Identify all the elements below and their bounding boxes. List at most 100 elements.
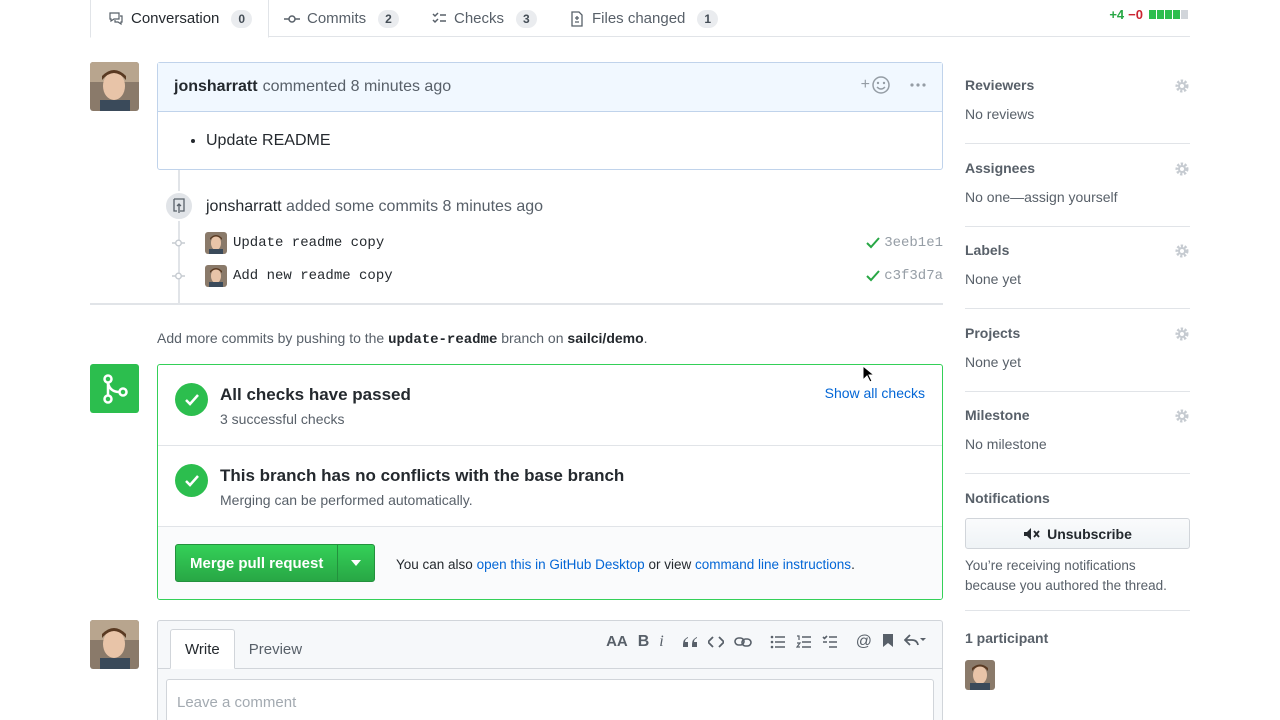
git-merge-icon xyxy=(102,373,128,404)
quote-icon[interactable] xyxy=(682,635,698,649)
avatar[interactable] xyxy=(90,62,139,111)
checks-subtitle: 3 successful checks xyxy=(220,411,345,427)
reply-icon[interactable] xyxy=(904,633,926,647)
gear-icon[interactable] xyxy=(1174,326,1190,342)
conflicts-subtitle: Merging can be performed automatically. xyxy=(220,492,473,508)
alt-mid: or view xyxy=(648,557,692,572)
tab-files-changed[interactable]: Files changed 1 xyxy=(568,0,719,37)
checks-title: All checks have passed xyxy=(220,385,411,404)
sidebar-heading[interactable]: Assignees xyxy=(965,160,1035,176)
tab-label: Checks xyxy=(454,10,505,27)
italic-button[interactable]: i xyxy=(659,633,663,651)
bold-button[interactable]: B xyxy=(638,633,650,651)
tasklist-icon[interactable] xyxy=(822,635,838,649)
mention-button[interactable]: @ xyxy=(856,633,872,651)
list-item: Update README xyxy=(206,132,942,150)
bookmark-icon[interactable] xyxy=(882,633,894,648)
markdown-toolbar: AA B i @ xyxy=(606,633,926,651)
commit-row: Add new readme copy c3f3d7a xyxy=(172,264,943,288)
conflicts-section: This branch has no conflicts with the ba… xyxy=(158,446,942,527)
gear-icon[interactable] xyxy=(1174,161,1190,177)
code-icon[interactable] xyxy=(707,635,724,649)
comment-author[interactable]: jonsharratt xyxy=(174,78,258,96)
git-commit-icon xyxy=(284,14,300,23)
diffstat-blocks xyxy=(1149,10,1188,19)
timeline-badge xyxy=(164,191,194,221)
gear-icon[interactable] xyxy=(1174,408,1190,424)
sidebar-heading[interactable]: Projects xyxy=(965,325,1020,341)
unsubscribe-button[interactable]: Unsubscribe xyxy=(965,518,1190,549)
merge-method-dropdown[interactable] xyxy=(338,545,374,581)
header-text-button[interactable]: AA xyxy=(606,633,628,651)
merge-status-icon xyxy=(90,364,139,413)
show-all-checks-link[interactable]: Show all checks xyxy=(825,385,925,401)
checks-section: All checks have passed 3 successful chec… xyxy=(158,365,942,446)
diffstat-deletions: −0 xyxy=(1128,7,1143,22)
tab-conversation[interactable]: Conversation 0 xyxy=(90,0,270,38)
tab-count: 1 xyxy=(697,9,719,28)
tab-count: 3 xyxy=(516,9,537,28)
comment-textarea[interactable]: Leave a comment xyxy=(166,679,934,720)
repo-push-icon xyxy=(173,198,185,213)
avatar[interactable] xyxy=(205,232,227,254)
plus-icon: + xyxy=(860,76,870,93)
commit-message[interactable]: Add new readme copy xyxy=(233,268,393,284)
gear-icon[interactable] xyxy=(1174,243,1190,259)
list-ordered-icon[interactable] xyxy=(795,635,812,649)
merge-pull-request-button[interactable]: Merge pull request xyxy=(176,545,339,581)
pr-tabs: Conversation 0 Commits 2 Checks 3 Files … xyxy=(90,0,1190,38)
write-tabs: Write Preview xyxy=(170,629,316,669)
diffstat-additions: +4 xyxy=(1109,7,1125,22)
check-icon xyxy=(866,270,880,282)
sidebar-heading: 1 participant xyxy=(965,630,1049,646)
check-circle-icon xyxy=(175,383,208,416)
event-author[interactable]: jonsharratt xyxy=(206,198,282,215)
add-reaction-button[interactable]: + xyxy=(861,76,890,94)
avatar[interactable] xyxy=(205,265,227,287)
comment-placeholder: Leave a comment xyxy=(177,694,297,711)
git-commit-icon xyxy=(172,237,185,250)
list-unordered-icon[interactable] xyxy=(770,635,786,649)
mouse-cursor-icon xyxy=(862,365,874,383)
sidebar-value: None yet xyxy=(965,354,1022,370)
timeline-divider xyxy=(90,303,943,305)
commit-sha[interactable]: 3eeb1e1 xyxy=(866,235,943,251)
commit-sha[interactable]: c3f3d7a xyxy=(866,268,943,284)
git-commit-icon xyxy=(172,270,185,283)
push-hint: Add more commits by pushing to the updat… xyxy=(157,330,648,348)
push-hint-mid: branch on xyxy=(501,330,564,346)
merge-footer: Merge pull request You can also open thi… xyxy=(158,527,942,599)
sidebar-value[interactable]: No one—assign yourself xyxy=(965,189,1118,205)
open-in-desktop-link[interactable]: open this in GitHub Desktop xyxy=(477,557,645,572)
sidebar-assignees: Assignees No one—assign yourself xyxy=(965,145,1190,227)
sha-text: c3f3d7a xyxy=(884,268,943,284)
notification-reason: You’re receiving notifications because y… xyxy=(965,558,1167,593)
triangle-down-icon xyxy=(351,560,362,566)
sidebar-heading[interactable]: Milestone xyxy=(965,407,1030,423)
participant-avatar[interactable] xyxy=(965,660,995,690)
tab-label: Commits xyxy=(307,10,367,27)
gear-icon[interactable] xyxy=(1174,78,1190,94)
sidebar-heading[interactable]: Reviewers xyxy=(965,77,1034,93)
alt-prefix: You can also xyxy=(396,557,473,572)
tab-preview[interactable]: Preview xyxy=(235,629,316,669)
command-line-instructions-link[interactable]: command line instructions xyxy=(695,557,851,572)
avatar[interactable] xyxy=(90,620,139,669)
tab-checks[interactable]: Checks 3 xyxy=(430,0,537,37)
commit-message[interactable]: Update readme copy xyxy=(233,235,384,251)
comment-header: jonsharratt commented 8 minutes ago xyxy=(158,63,942,112)
push-hint-prefix: Add more commits by pushing to the xyxy=(157,330,385,346)
merge-alternatives: You can also open this in GitHub Desktop… xyxy=(396,557,855,572)
kebab-horizontal-icon[interactable] xyxy=(910,82,926,88)
tab-write[interactable]: Write xyxy=(170,629,235,669)
tab-commits[interactable]: Commits 2 xyxy=(283,0,399,37)
sidebar-participants: 1 participant xyxy=(965,612,1190,712)
new-comment-box: Write Preview AA B i @ Leave a comment xyxy=(157,620,943,720)
comment-timestamp: commented 8 minutes ago xyxy=(262,78,452,95)
sidebar-heading[interactable]: Labels xyxy=(965,242,1009,258)
event-action: added some commits 8 minutes ago xyxy=(286,198,544,215)
sidebar-reviewers: Reviewers No reviews xyxy=(965,62,1190,144)
tab-count: 0 xyxy=(231,9,253,28)
commit-row: Update readme copy 3eeb1e1 xyxy=(172,231,943,255)
link-icon[interactable] xyxy=(733,635,752,649)
